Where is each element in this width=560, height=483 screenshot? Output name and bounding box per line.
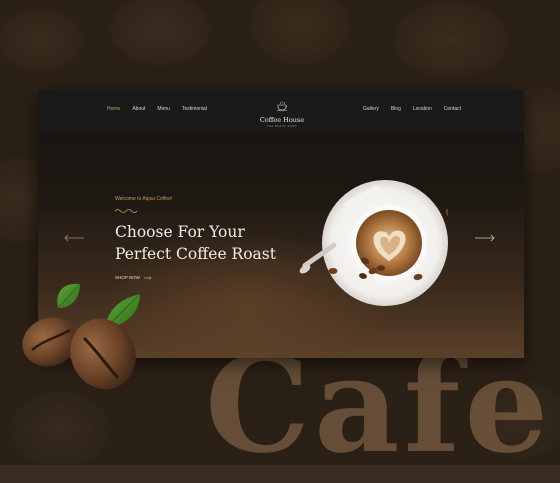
hero-headline: Choose For Your Perfect Coffee Roast	[115, 221, 315, 265]
arrow-icon	[143, 275, 152, 280]
coffee-cup-image	[299, 180, 448, 306]
nav-item-home[interactable]: Home	[107, 106, 120, 112]
headline-line-2: Perfect Coffee Roast	[115, 245, 276, 263]
headline-line-1: Choose For Your	[115, 223, 245, 241]
top-navigation: Home About Menu Testimonial Coffee House…	[38, 90, 524, 132]
wave-divider	[115, 209, 137, 213]
site-logo[interactable]: Coffee House THE BEANS SHOP	[257, 96, 307, 128]
coffee-cup-icon	[277, 101, 287, 111]
welcome-text: Welcome to Alpsa Coffee!	[115, 196, 173, 202]
logo-title: Coffee House	[259, 116, 305, 124]
nav-item-blog[interactable]: Blog	[391, 106, 401, 112]
nav-item-location[interactable]: Location	[413, 106, 432, 112]
arrow-right-icon[interactable]	[474, 234, 496, 242]
nav-item-gallery[interactable]: Gallery	[363, 106, 379, 112]
arrow-left-icon[interactable]	[63, 234, 85, 242]
coffee-beans-leaves-image	[22, 283, 141, 390]
nav-item-about[interactable]: About	[132, 106, 145, 112]
nav-left-menu: Home About Menu Testimonial	[107, 106, 207, 112]
nav-item-contact[interactable]: Contact	[444, 106, 461, 112]
nav-item-menu[interactable]: Menu	[157, 106, 170, 112]
cafe-background-text: Cafe	[205, 328, 553, 483]
logo-tagline: THE BEANS SHOP	[267, 125, 297, 128]
nav-item-testimonial[interactable]: Testimonial	[182, 106, 207, 112]
nav-right-menu: Gallery Blog Location Contact	[363, 106, 461, 112]
